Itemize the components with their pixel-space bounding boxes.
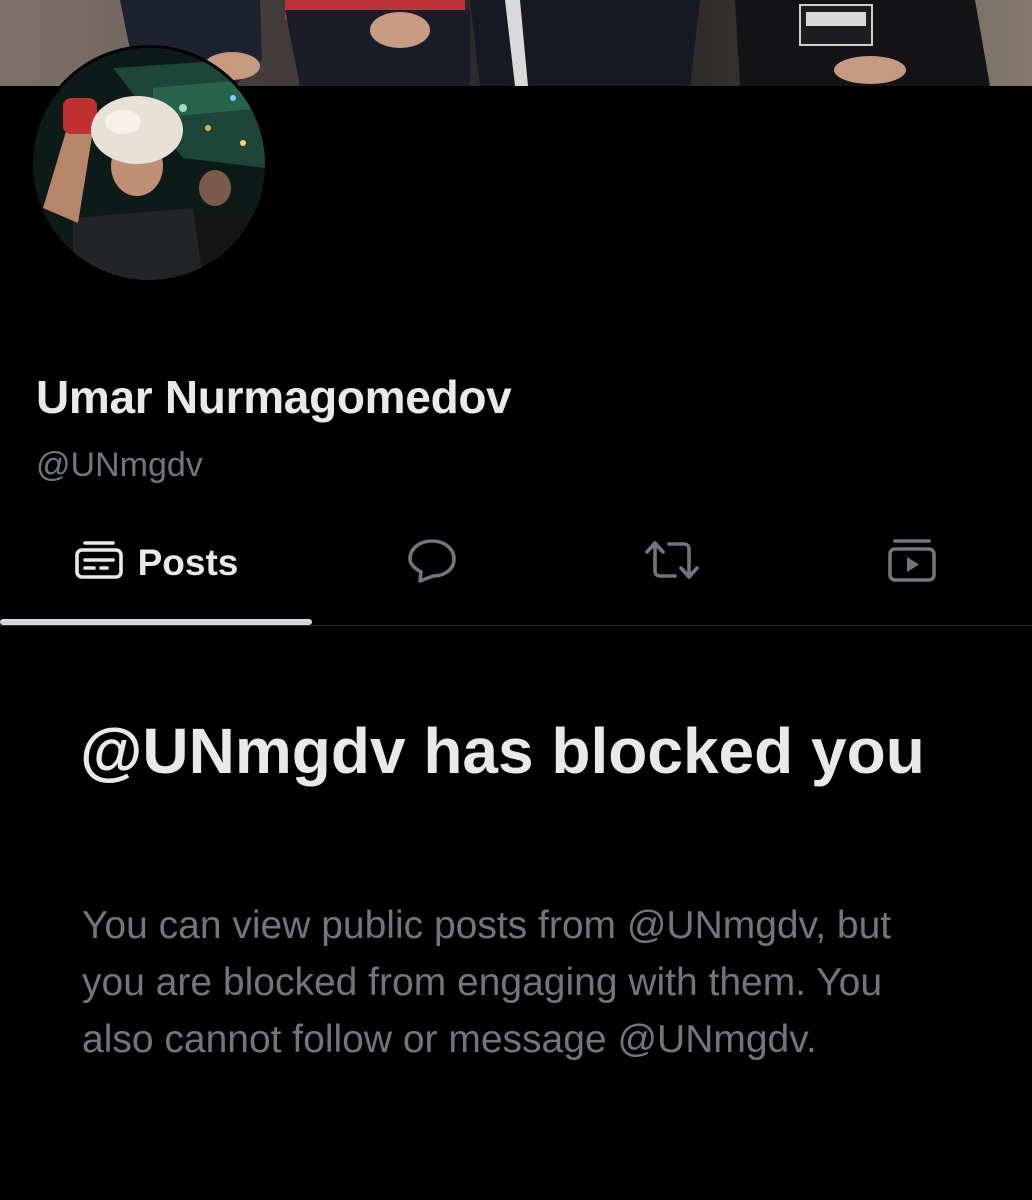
profile-avatar[interactable] <box>30 45 268 283</box>
profile-display-name: Umar Nurmagomedov <box>36 371 512 423</box>
profile-handle: @UNmgdv <box>36 446 203 484</box>
tab-replies[interactable] <box>312 500 552 625</box>
replies-icon <box>406 537 458 588</box>
tab-media[interactable] <box>792 500 1032 625</box>
blocked-notice-body: You can view public posts from @UNmgdv, … <box>82 904 892 1061</box>
tab-reposts[interactable] <box>552 500 792 625</box>
tab-posts[interactable]: Posts <box>0 500 312 625</box>
posts-icon <box>74 540 124 585</box>
avatar-photo <box>33 48 265 280</box>
tab-posts-label: Posts <box>137 541 239 583</box>
blocked-notice-title: @UNmgdv has blocked you <box>80 715 925 787</box>
profile-tabs: Posts <box>0 500 1032 626</box>
active-tab-indicator <box>0 619 312 625</box>
media-icon <box>887 537 937 588</box>
reposts-icon <box>643 538 701 587</box>
